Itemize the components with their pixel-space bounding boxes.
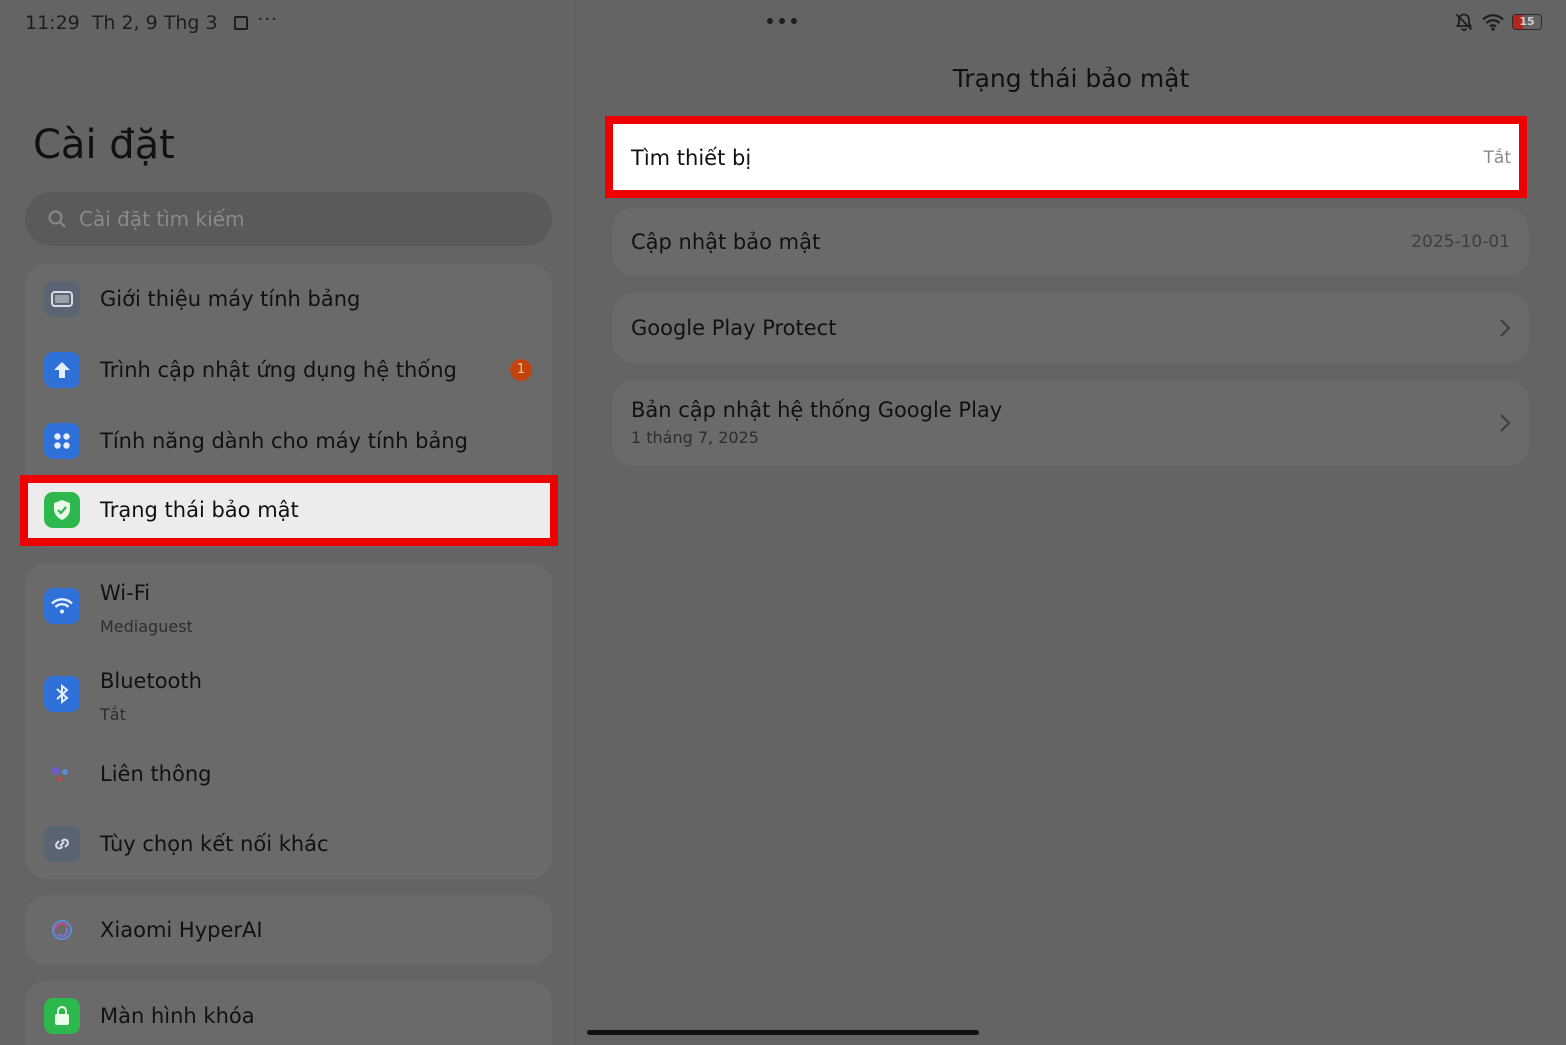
window-handle-dots[interactable] [767, 18, 797, 24]
wifi-status-icon [1482, 14, 1504, 31]
google-play-protect-label: Google Play Protect [631, 316, 837, 340]
find-device-row[interactable]: Tìm thiết bị Tắt [605, 116, 1527, 198]
settings-title: Cài đặt [33, 122, 175, 168]
status-date: Th 2, 9 Thg 3 [91, 12, 218, 34]
security-update-label: Cập nhật bảo mật [631, 230, 821, 254]
sidebar-item-system-app-updater[interactable]: Trình cập nhật ứng dụng hệ thống 1 [25, 335, 552, 405]
sidebar-item-lock-screen[interactable]: Màn hình khóa [25, 981, 552, 1045]
google-play-system-update-date: 1 tháng 7, 2025 [631, 428, 759, 447]
settings-search-input[interactable] [79, 207, 519, 231]
pane-divider [575, 0, 576, 1045]
sidebar-item-label: Liên thông [100, 762, 212, 786]
sidebar-item-sublabel: Tắt [100, 705, 126, 724]
screen-record-icon [233, 16, 248, 30]
status-bar-left: 11:29 Th 2, 9 Thg 3 ··· [25, 8, 278, 35]
sidebar-item-xiaomi-hyperai[interactable]: Xiaomi HyperAI [25, 895, 552, 965]
sidebar-item-label: Bluetooth [100, 669, 202, 693]
notification-badge: 1 [510, 359, 532, 381]
security-update-row[interactable]: Cập nhật bảo mật 2025-10-01 [612, 208, 1529, 276]
battery-level: 15 [1519, 15, 1535, 28]
hyperai-icon [44, 912, 80, 948]
find-device-label: Tìm thiết bị [631, 146, 752, 170]
grid-icon [44, 423, 80, 459]
sidebar-item-security-status[interactable]: Trạng thái bảo mật [20, 475, 558, 546]
find-device-value: Tắt [1483, 148, 1511, 168]
settings-search-box[interactable] [25, 192, 552, 246]
interconnect-icon [44, 756, 80, 792]
detail-page-title: Trạng thái bảo mật [952, 64, 1190, 93]
bluetooth-icon [44, 676, 80, 712]
chevron-right-icon [1500, 319, 1511, 337]
sidebar-item-sublabel: Mediaguest [100, 617, 193, 636]
sidebar-item-label: Giới thiệu máy tính bảng [100, 287, 361, 311]
link-icon [44, 826, 80, 862]
lock-icon [44, 998, 80, 1034]
sidebar-item-other-connections[interactable]: Tùy chọn kết nối khác [25, 809, 552, 879]
sidebar-item-label: Màn hình khóa [100, 1004, 255, 1028]
bell-muted-icon [1455, 13, 1473, 32]
sidebar-item-label: Wi-Fi [100, 581, 151, 605]
google-play-protect-row[interactable]: Google Play Protect [612, 293, 1529, 363]
google-play-system-update-row[interactable]: Bản cập nhật hệ thống Google Play 1 thán… [612, 380, 1529, 466]
chevron-right-icon [1500, 414, 1511, 432]
status-more-notifications: ··· [257, 8, 278, 30]
settings-group-lockscreen: Màn hình khóa [25, 981, 552, 1045]
sidebar-item-label: Tùy chọn kết nối khác [100, 832, 329, 856]
security-update-value: 2025-10-01 [1411, 232, 1510, 252]
google-play-system-update-label: Bản cập nhật hệ thống Google Play [631, 398, 1003, 422]
sidebar-item-label: Xiaomi HyperAI [100, 918, 263, 942]
sidebar-item-about-tablet[interactable]: Giới thiệu máy tính bảng [25, 264, 552, 334]
update-arrow-icon [44, 352, 80, 388]
sidebar-item-wifi[interactable]: Wi-Fi Mediaguest [25, 571, 552, 641]
sidebar-item-label: Trạng thái bảo mật [100, 498, 299, 522]
sidebar-item-label: Trình cập nhật ứng dụng hệ thống [100, 358, 457, 382]
sidebar-item-tablet-features[interactable]: Tính năng dành cho máy tính bảng [25, 406, 552, 476]
status-time: 11:29 [25, 12, 80, 34]
home-gesture-bar[interactable] [587, 1030, 979, 1035]
settings-group-connectivity: Wi-Fi Mediaguest Bluetooth Tắt Liên thôn… [25, 563, 552, 879]
sidebar-item-interconnect[interactable]: Liên thông [25, 739, 552, 809]
sidebar-item-row: Trạng thái bảo mật [20, 475, 558, 545]
tablet-icon [44, 281, 80, 317]
sidebar-item-bluetooth[interactable]: Bluetooth Tắt [25, 659, 552, 729]
status-bar-right: 15 [1454, 12, 1542, 32]
sidebar-item-label: Tính năng dành cho máy tính bảng [100, 429, 468, 453]
settings-group-hyperai: Xiaomi HyperAI [25, 895, 552, 965]
wifi-icon [44, 588, 80, 624]
shield-check-icon [44, 492, 80, 528]
search-icon [48, 210, 66, 228]
battery-icon: 15 [1512, 14, 1542, 30]
